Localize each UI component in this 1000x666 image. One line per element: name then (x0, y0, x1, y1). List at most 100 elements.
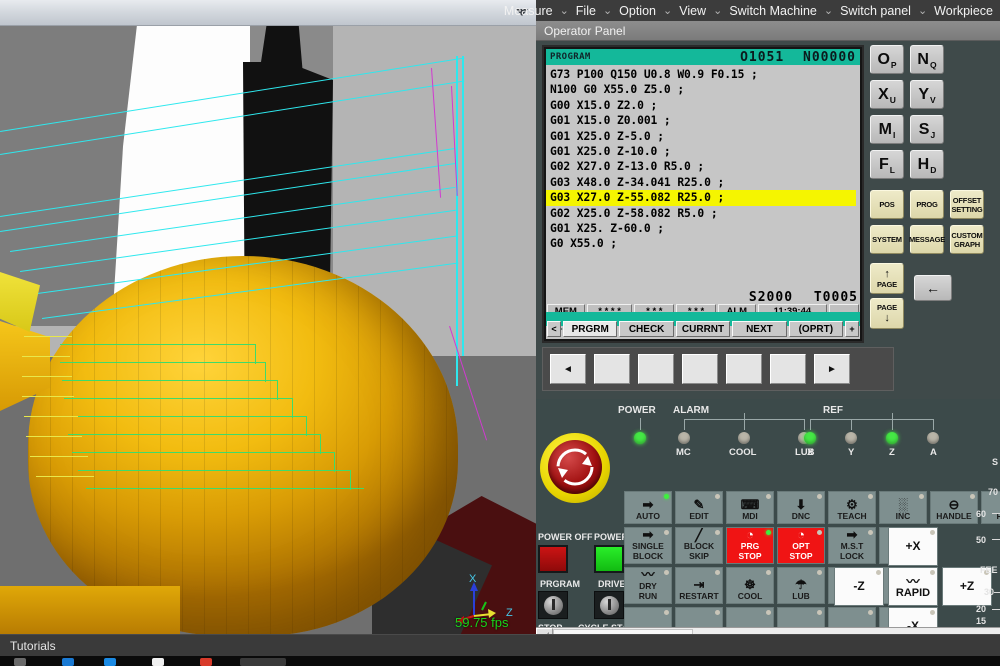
3d-scene[interactable]: X Z 59.75 fps (0, 26, 536, 634)
taskbar-icon-2[interactable] (62, 658, 74, 666)
softkey-blank-2[interactable] (638, 354, 674, 384)
cnc-softkey-row[interactable]: <PRGRMCHECKCURRNTNEXT(OPRT)+ (547, 321, 859, 337)
cnc-softkey-prgrm[interactable]: PRGRM (563, 321, 617, 337)
button-led (970, 494, 975, 499)
gcode-line[interactable]: N100 G0 X55.0 Z5.0 ; (550, 82, 860, 97)
mode-button-inc[interactable]: ░INC (879, 491, 927, 524)
mode-button-dry-run[interactable]: 〰DRY RUN (624, 567, 672, 604)
drive-key-switch[interactable] (594, 591, 624, 619)
gcode-line[interactable]: G00 X15.0 Z2.0 ; (550, 98, 860, 113)
spindle-override-label: S (992, 457, 998, 467)
menu-item-measure[interactable]: Measure (499, 4, 558, 18)
gcode-line[interactable]: G03 X48.0 Z-34.041 R25.0 ; (550, 175, 860, 190)
machine-control-panel[interactable]: POWER ALARM MC COOL LUB REF X Y Z A POWE… (536, 399, 1000, 627)
key-h-d[interactable]: HD (910, 150, 944, 179)
cnc-softkey-oprt[interactable]: (OPRT) (789, 321, 843, 337)
3d-viewport[interactable]: X Z 59.75 fps (0, 0, 536, 634)
mode-button-cool[interactable]: ☸COOL (726, 567, 774, 604)
menu-item-view[interactable]: View (674, 4, 711, 18)
mode-button-handle[interactable]: ⊖HANDLE (930, 491, 978, 524)
cnc-softkey-check[interactable]: CHECK (619, 321, 673, 337)
button-led (868, 530, 873, 535)
key-x-u[interactable]: XU (870, 80, 904, 109)
key-o-p[interactable]: OP (870, 45, 904, 74)
taskbar-icon-5[interactable] (200, 658, 212, 666)
mode-button-dnc[interactable]: ⬇DNC (777, 491, 825, 524)
key-prog[interactable]: PROG (910, 190, 944, 219)
softkey-blank-4[interactable] (726, 354, 762, 384)
gcode-line[interactable]: G01 X25. Z-60.0 ; (550, 221, 860, 236)
mode-button-restart[interactable]: ⇥RESTART (675, 567, 723, 604)
mode-button-m-s-t-lock[interactable]: ➡M.S.T LOCK (828, 527, 876, 564)
mode-button-mdi[interactable]: ⌨MDI (726, 491, 774, 524)
gcode-line[interactable]: G01 X25.0 Z-10.0 ; (550, 144, 860, 159)
gcode-line[interactable]: G02 X25.0 Z-58.082 R5.0 ; (550, 206, 860, 221)
key-system[interactable]: SYSTEM (870, 225, 904, 254)
cnc-softkey-next[interactable]: NEXT (732, 321, 786, 337)
gcode-line[interactable]: G01 X15.0 Z0.001 ; (550, 113, 860, 128)
mode-button-block-skip[interactable]: ╱BLOCK SKIP (675, 527, 723, 564)
softkey-next-button[interactable]: ► (814, 354, 850, 384)
key-page-down[interactable]: PAGE↓ (870, 298, 904, 329)
gcode-line[interactable]: G01 X25.0 Z-5.0 ; (550, 129, 860, 144)
mode-icon: ░ (898, 498, 907, 511)
button-led (868, 610, 873, 615)
mode-button-lub[interactable]: ☂LUB (777, 567, 825, 604)
mode-button-label: BLOCK SKIP (684, 542, 714, 561)
ref-led-x (804, 432, 816, 444)
key-cursor-left[interactable]: ← (914, 275, 952, 301)
softkey-blank-3[interactable] (682, 354, 718, 384)
taskbar-icon-6[interactable] (240, 658, 286, 666)
menu-item-option[interactable]: Option (614, 4, 661, 18)
os-taskbar[interactable] (0, 656, 1000, 666)
gcode-line[interactable]: G02 X27.0 Z-13.0 R5.0 ; (550, 159, 860, 174)
taskbar-icon-1[interactable] (14, 658, 26, 666)
mode-button-auto[interactable]: ➡AUTO (624, 491, 672, 524)
gcode-line[interactable]: G73 P100 Q150 U0.8 W0.9 F0.15 ; (550, 67, 860, 82)
key-offset[interactable]: OFFSET SETTING (950, 190, 984, 219)
softkey-blank-1[interactable] (594, 354, 630, 384)
mode-button-teach[interactable]: ⚙TEACH (828, 491, 876, 524)
cnc-softkey-[interactable]: + (845, 321, 859, 337)
mode-button-prg-stop[interactable]: ◔PRG STOP (726, 527, 774, 564)
key-s-j[interactable]: SJ (910, 115, 944, 144)
menubar[interactable]: Measure ⌄ File ⌄ Option ⌄ View ⌄ Switch … (536, 0, 1000, 21)
mode-button-single-block[interactable]: ➡SINGLE BLOCK (624, 527, 672, 564)
button-led (664, 610, 669, 615)
key-f-l[interactable]: FL (870, 150, 904, 179)
taskbar-icon-4[interactable] (152, 658, 164, 666)
menu-item-switch-machine[interactable]: Switch Machine (724, 4, 822, 18)
power-on-button[interactable] (594, 545, 624, 573)
rapid-button[interactable]: 〰 RAPID (888, 567, 938, 606)
key-page-up[interactable]: ↑PAGE (870, 263, 904, 294)
mode-button-edit[interactable]: ✎EDIT (675, 491, 723, 524)
power-off-button[interactable] (538, 545, 568, 573)
gcode-line[interactable]: G0 X55.0 ; (550, 236, 860, 251)
mode-button-opt-stop[interactable]: ◔OPT STOP (777, 527, 825, 564)
lower-softkey-row[interactable]: ◄ ► (542, 347, 894, 391)
cnc-softkey-currnt[interactable]: CURRNT (676, 321, 730, 337)
key-y-v[interactable]: YV (910, 80, 944, 109)
softkey-blank-5[interactable] (770, 354, 806, 384)
menu-item-workpiece[interactable]: Workpiece (929, 4, 998, 18)
key-pos[interactable]: POS (870, 190, 904, 219)
gcode-line-active[interactable]: G03 X27.0 Z-55.082 R25.0 ; (546, 190, 856, 205)
key-message[interactable]: MESSAGE (910, 225, 944, 254)
cnc-softkey-[interactable]: < (547, 321, 561, 337)
mdi-keypad[interactable]: OPNQXUYVMISJFLHDPOSPROGOFFSET SETTING SYS… (870, 45, 996, 345)
key-n-q[interactable]: NQ (910, 45, 944, 74)
jog-minus-z-button[interactable]: -Z (834, 567, 884, 606)
key-m-i[interactable]: MI (870, 115, 904, 144)
taskbar-icon-3[interactable] (104, 658, 116, 666)
tutorials-taskbar[interactable]: Tutorials (0, 634, 1000, 656)
cnc-screen[interactable]: PROGRAM O1051 N00000 G73 P100 Q150 U0.8 … (546, 49, 860, 339)
menu-item-switch-panel[interactable]: Switch panel (835, 4, 916, 18)
jog-plus-x-button[interactable]: +X (888, 527, 938, 566)
softkey-prev-button[interactable]: ◄ (550, 354, 586, 384)
gcode-listing[interactable]: G73 P100 Q150 U0.8 W0.9 F0.15 ;N100 G0 X… (546, 66, 860, 261)
ref-group-title: REF (823, 405, 843, 416)
menu-item-file[interactable]: File (571, 4, 601, 18)
key-custom[interactable]: CUSTOM GRAPH (950, 225, 984, 254)
program-key-switch[interactable] (538, 591, 568, 619)
key-sub-label: D (930, 165, 936, 175)
